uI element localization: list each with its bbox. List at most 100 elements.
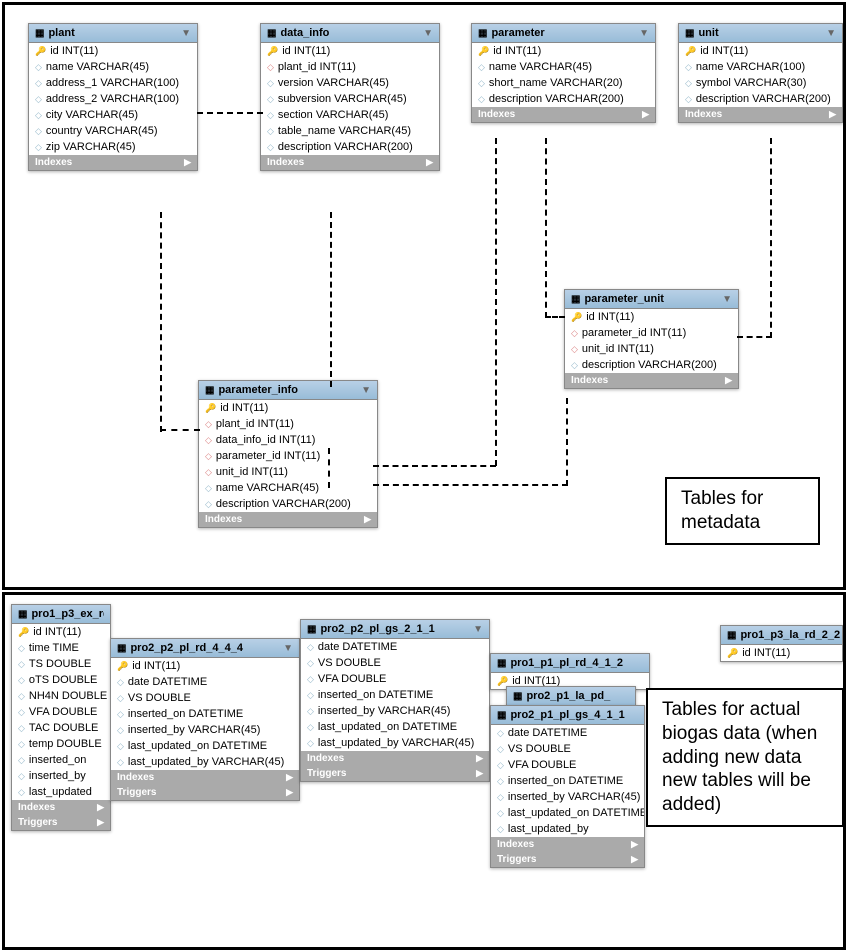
column-text: id INT(11) (220, 402, 268, 414)
triggers-footer[interactable]: Triggers (497, 854, 536, 865)
column-icon: ◇ (205, 499, 212, 510)
rel-plant-paraminfo-h (160, 429, 200, 431)
column-icon: ◇ (307, 690, 314, 701)
column-row: ◇last_updated_by (491, 821, 644, 837)
key-icon: 🔑 (727, 648, 738, 659)
column-text: inserted_by (29, 770, 86, 782)
table-columns: 🔑id INT(11)◇name VARCHAR(45)◇address_1 V… (29, 43, 197, 155)
indexes-footer[interactable]: Indexes (18, 802, 55, 813)
indexes-footer[interactable]: Indexes (571, 375, 608, 386)
table-title: pro1_p1_pl_rd_4_1_2 (510, 657, 623, 669)
expand-icon[interactable]: ▶ (184, 157, 191, 168)
rel-unit-paramunit-v (770, 138, 772, 338)
column-text: inserted_on DATETIME (128, 708, 243, 720)
table-icon: ▦ (513, 691, 522, 702)
column-row: 🔑id INT(11) (199, 400, 377, 416)
triggers-footer[interactable]: Triggers (307, 768, 346, 779)
column-icon: ◇ (571, 360, 578, 371)
expand-icon[interactable]: ▶ (364, 514, 371, 525)
indexes-footer[interactable]: Indexes (478, 109, 515, 120)
column-text: description VARCHAR(200) (216, 498, 351, 510)
column-icon: ◇ (267, 126, 274, 137)
rel-param-paraminfo-h (373, 465, 496, 467)
column-row: ◇description VARCHAR(200) (261, 139, 439, 155)
indexes-footer[interactable]: Indexes (205, 514, 242, 525)
table-columns: 🔑id INT(11)◇plant_id INT(11)◇version VAR… (261, 43, 439, 155)
label-metadata: Tables for metadata (665, 477, 820, 545)
column-icon: ◇ (478, 62, 485, 73)
column-text: description VARCHAR(200) (582, 359, 717, 371)
collapse-icon[interactable]: ▼ (423, 28, 433, 39)
key-icon: 🔑 (35, 46, 46, 57)
table-columns: 🔑id INT(11)◇date DATETIME◇VS DOUBLE◇inse… (111, 658, 299, 770)
column-icon: ◇ (205, 483, 212, 494)
table-columns: 🔑id INT(11)◇time TIME◇TS DOUBLE◇oTS DOUB… (12, 624, 110, 800)
column-row: ◇oTS DOUBLE (12, 672, 110, 688)
triggers-footer[interactable]: Triggers (117, 787, 156, 798)
key-icon: 🔑 (497, 676, 508, 687)
column-text: last_updated_by VARCHAR(45) (318, 737, 474, 749)
table-parameter: ▦parameter▼ 🔑id INT(11)◇name VARCHAR(45)… (471, 23, 656, 123)
column-icon: ◇ (267, 142, 274, 153)
column-text: inserted_on (29, 754, 87, 766)
table-icon: ▦ (205, 385, 214, 396)
column-text: name VARCHAR(45) (216, 482, 319, 494)
expand-icon[interactable]: ▶ (642, 109, 649, 120)
column-icon: ◇ (35, 126, 42, 137)
collapse-icon[interactable]: ▼ (826, 28, 836, 39)
table-unit: ▦unit▼ 🔑id INT(11)◇name VARCHAR(100)◇sym… (678, 23, 843, 123)
column-text: plant_id INT(11) (278, 61, 356, 73)
table-title: pro2_p1_la_pd_ (526, 690, 610, 702)
column-row: ◇version VARCHAR(45) (261, 75, 439, 91)
column-text: TS DOUBLE (29, 658, 91, 670)
column-text: id INT(11) (282, 45, 330, 57)
indexes-footer[interactable]: Indexes (685, 109, 722, 120)
column-row: ◇short_name VARCHAR(20) (472, 75, 655, 91)
column-text: time TIME (29, 642, 79, 654)
column-icon: ◇ (307, 722, 314, 733)
column-icon: ◇ (117, 693, 124, 704)
indexes-footer[interactable]: Indexes (267, 157, 304, 168)
table-title: pro2_p2_pl_rd_4_4_4 (130, 642, 243, 654)
column-text: zip VARCHAR(45) (46, 141, 136, 153)
column-text: date DATETIME (318, 641, 397, 653)
table-title: data_info (280, 27, 329, 39)
column-row: ◇TAC DOUBLE (12, 720, 110, 736)
column-icon: ◇ (18, 739, 25, 750)
column-text: VS DOUBLE (318, 657, 381, 669)
collapse-icon[interactable]: ▼ (361, 385, 371, 396)
column-row: ◇VS DOUBLE (111, 690, 299, 706)
column-text: short_name VARCHAR(20) (489, 77, 623, 89)
rel-unit-paramunit-h (737, 336, 772, 338)
column-row: ◇plant_id INT(11) (261, 59, 439, 75)
indexes-footer[interactable]: Indexes (35, 157, 72, 168)
table-pro1-p1-pl-rd: ▦pro1_p1_pl_rd_4_1_2 🔑id INT(11) (490, 653, 650, 690)
table-pro1-p3-ex: ▦pro1_p3_ex_rd_1_1_4 🔑id INT(11)◇time TI… (11, 604, 111, 831)
expand-icon[interactable]: ▶ (426, 157, 433, 168)
foreign-key-icon: ◇ (205, 419, 212, 430)
triggers-footer[interactable]: Triggers (18, 817, 57, 828)
table-icon: ▦ (571, 294, 580, 305)
table-columns: 🔑id INT(11)◇name VARCHAR(45)◇short_name … (472, 43, 655, 107)
column-text: inserted_by VARCHAR(45) (508, 791, 640, 803)
table-columns: 🔑id INT(11) (721, 645, 842, 661)
column-text: last_updated_by VARCHAR(45) (128, 756, 284, 768)
column-icon: ◇ (18, 643, 25, 654)
indexes-footer[interactable]: Indexes (307, 753, 344, 764)
column-icon: ◇ (18, 707, 25, 718)
indexes-footer[interactable]: Indexes (497, 839, 534, 850)
collapse-icon[interactable]: ▼ (181, 28, 191, 39)
column-row: ◇date DATETIME (491, 725, 644, 741)
expand-icon[interactable]: ▶ (725, 375, 732, 386)
collapse-icon[interactable]: ▼ (722, 294, 732, 305)
column-icon: ◇ (267, 94, 274, 105)
column-row: ◇TS DOUBLE (12, 656, 110, 672)
column-text: data_info_id INT(11) (216, 434, 315, 446)
table-pro2-p1-pl-gs: ▦pro2_p1_pl_gs_4_1_1 ◇date DATETIME◇VS D… (490, 705, 645, 868)
expand-icon[interactable]: ▶ (829, 109, 836, 120)
rel-plant-datainfo (197, 112, 263, 114)
indexes-footer[interactable]: Indexes (117, 772, 154, 783)
column-text: oTS DOUBLE (29, 674, 97, 686)
collapse-icon[interactable]: ▼ (639, 28, 649, 39)
column-icon: ◇ (267, 110, 274, 121)
